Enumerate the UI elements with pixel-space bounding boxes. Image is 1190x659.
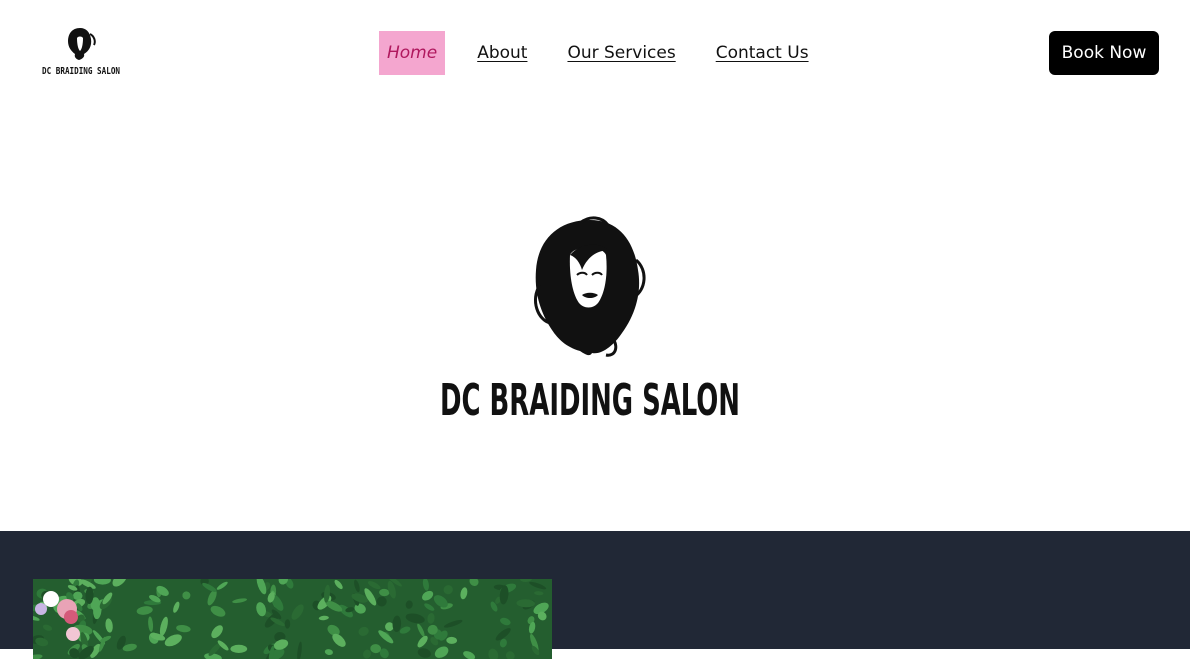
- hero-logo: DC BRAIDING SALON: [430, 215, 750, 430]
- nav-our-services-link[interactable]: Our Services: [567, 31, 675, 75]
- header-logo[interactable]: DC BRAIDING SALON: [38, 24, 124, 80]
- main-nav: Home About Our Services Contact Us: [379, 31, 849, 75]
- nav-about-link[interactable]: About: [477, 31, 527, 75]
- site-header: DC BRAIDING SALON Home About Our Service…: [0, 0, 1190, 110]
- woman-silhouette-logo-icon: [68, 28, 96, 60]
- nav-home-link[interactable]: Home: [379, 31, 446, 75]
- header-logo-text: DC BRAIDING SALON: [42, 66, 120, 77]
- hero-logo-text: DC BRAIDING SALON: [440, 375, 740, 426]
- leaf-wall-image: [33, 579, 552, 659]
- woman-silhouette-logo-icon: [534, 216, 646, 357]
- nav-contact-us-link[interactable]: Contact Us: [716, 31, 809, 75]
- gallery-section: [0, 531, 1190, 659]
- book-now-button[interactable]: Book Now: [1049, 31, 1159, 75]
